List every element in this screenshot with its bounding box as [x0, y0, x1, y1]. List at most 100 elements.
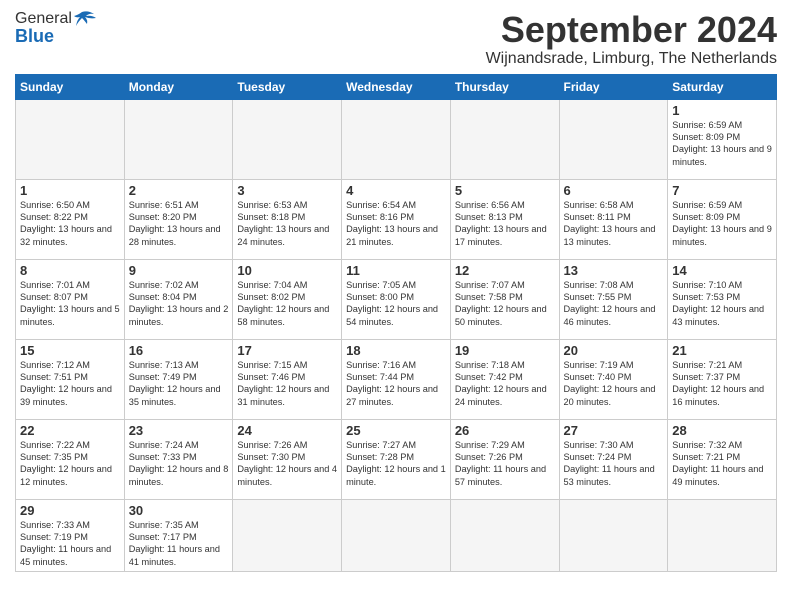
day-info: Sunrise: 7:13 AMSunset: 7:49 PMDaylight:…: [129, 359, 229, 409]
day-of-week-header: Thursday: [450, 74, 559, 99]
day-info: Sunrise: 7:30 AMSunset: 7:24 PMDaylight:…: [564, 439, 664, 489]
calendar-cell: 24Sunrise: 7:26 AMSunset: 7:30 PMDayligh…: [233, 419, 342, 499]
calendar-cell: 5Sunrise: 6:56 AMSunset: 8:13 PMDaylight…: [450, 179, 559, 259]
day-number: 6: [564, 183, 664, 198]
day-info: Sunrise: 6:56 AMSunset: 8:13 PMDaylight:…: [455, 199, 555, 249]
calendar-cell: 23Sunrise: 7:24 AMSunset: 7:33 PMDayligh…: [124, 419, 233, 499]
day-number: 2: [129, 183, 229, 198]
day-number: 28: [672, 423, 772, 438]
day-number: 9: [129, 263, 229, 278]
calendar-cell: [668, 499, 777, 572]
calendar-cell: 28Sunrise: 7:32 AMSunset: 7:21 PMDayligh…: [668, 419, 777, 499]
calendar-cell: 4Sunrise: 6:54 AMSunset: 8:16 PMDaylight…: [342, 179, 451, 259]
calendar-cell: [559, 99, 668, 179]
day-number: 5: [455, 183, 555, 198]
day-info: Sunrise: 7:12 AMSunset: 7:51 PMDaylight:…: [20, 359, 120, 409]
logo-bird-icon: [74, 10, 96, 28]
day-of-week-header: Tuesday: [233, 74, 342, 99]
day-number: 15: [20, 343, 120, 358]
calendar-cell: 10Sunrise: 7:04 AMSunset: 8:02 PMDayligh…: [233, 259, 342, 339]
calendar-cell: 6Sunrise: 6:58 AMSunset: 8:11 PMDaylight…: [559, 179, 668, 259]
calendar-week-row: 22Sunrise: 7:22 AMSunset: 7:35 PMDayligh…: [16, 419, 777, 499]
day-info: Sunrise: 7:21 AMSunset: 7:37 PMDaylight:…: [672, 359, 772, 409]
logo-blue-text: Blue: [15, 26, 54, 47]
day-info: Sunrise: 7:02 AMSunset: 8:04 PMDaylight:…: [129, 279, 229, 329]
day-number: 29: [20, 503, 120, 518]
day-info: Sunrise: 6:59 AMSunset: 8:09 PMDaylight:…: [672, 119, 772, 169]
day-number: 21: [672, 343, 772, 358]
calendar-week-row: 1Sunrise: 6:59 AMSunset: 8:09 PMDaylight…: [16, 99, 777, 179]
day-number: 13: [564, 263, 664, 278]
day-info: Sunrise: 7:29 AMSunset: 7:26 PMDaylight:…: [455, 439, 555, 489]
day-info: Sunrise: 6:50 AMSunset: 8:22 PMDaylight:…: [20, 199, 120, 249]
day-info: Sunrise: 6:53 AMSunset: 8:18 PMDaylight:…: [237, 199, 337, 249]
calendar-cell: 30Sunrise: 7:35 AMSunset: 7:17 PMDayligh…: [124, 499, 233, 572]
calendar-cell: [124, 99, 233, 179]
calendar-cell: 22Sunrise: 7:22 AMSunset: 7:35 PMDayligh…: [16, 419, 125, 499]
day-info: Sunrise: 7:22 AMSunset: 7:35 PMDaylight:…: [20, 439, 120, 489]
calendar-week-row: 29Sunrise: 7:33 AMSunset: 7:19 PMDayligh…: [16, 499, 777, 572]
day-number: 26: [455, 423, 555, 438]
calendar-cell: 25Sunrise: 7:27 AMSunset: 7:28 PMDayligh…: [342, 419, 451, 499]
day-number: 10: [237, 263, 337, 278]
day-number: 14: [672, 263, 772, 278]
calendar-cell: [342, 99, 451, 179]
day-info: Sunrise: 7:07 AMSunset: 7:58 PMDaylight:…: [455, 279, 555, 329]
day-number: 4: [346, 183, 446, 198]
day-of-week-header: Friday: [559, 74, 668, 99]
header-row: SundayMondayTuesdayWednesdayThursdayFrid…: [16, 74, 777, 99]
calendar-cell: 14Sunrise: 7:10 AMSunset: 7:53 PMDayligh…: [668, 259, 777, 339]
calendar-cell: 11Sunrise: 7:05 AMSunset: 8:00 PMDayligh…: [342, 259, 451, 339]
day-info: Sunrise: 7:26 AMSunset: 7:30 PMDaylight:…: [237, 439, 337, 489]
calendar-cell: 26Sunrise: 7:29 AMSunset: 7:26 PMDayligh…: [450, 419, 559, 499]
day-info: Sunrise: 7:24 AMSunset: 7:33 PMDaylight:…: [129, 439, 229, 489]
calendar-cell: 18Sunrise: 7:16 AMSunset: 7:44 PMDayligh…: [342, 339, 451, 419]
calendar-cell: 21Sunrise: 7:21 AMSunset: 7:37 PMDayligh…: [668, 339, 777, 419]
day-info: Sunrise: 7:04 AMSunset: 8:02 PMDaylight:…: [237, 279, 337, 329]
day-info: Sunrise: 6:54 AMSunset: 8:16 PMDaylight:…: [346, 199, 446, 249]
day-of-week-header: Saturday: [668, 74, 777, 99]
day-of-week-header: Sunday: [16, 74, 125, 99]
calendar-cell: 8Sunrise: 7:01 AMSunset: 8:07 PMDaylight…: [16, 259, 125, 339]
day-info: Sunrise: 7:27 AMSunset: 7:28 PMDaylight:…: [346, 439, 446, 489]
title-block: September 2024 Wijnandsrade, Limburg, Th…: [486, 10, 777, 68]
day-number: 1: [20, 183, 120, 198]
logo: General Blue: [15, 10, 96, 47]
day-number: 17: [237, 343, 337, 358]
calendar-week-row: 1Sunrise: 6:50 AMSunset: 8:22 PMDaylight…: [16, 179, 777, 259]
day-number: 12: [455, 263, 555, 278]
calendar-cell: 13Sunrise: 7:08 AMSunset: 7:55 PMDayligh…: [559, 259, 668, 339]
day-number: 30: [129, 503, 229, 518]
calendar-body: 1 Sunrise: 6:59 AMSunset: 8:09 PMDaylight…: [16, 99, 777, 572]
calendar-cell: 1Sunrise: 6:50 AMSunset: 8:22 PMDaylight…: [16, 179, 125, 259]
day-number: 22: [20, 423, 120, 438]
day-number: 19: [455, 343, 555, 358]
day-number: 18: [346, 343, 446, 358]
header: General Blue September 2024 Wijnandsrade…: [15, 10, 777, 68]
calendar-cell: [559, 499, 668, 572]
location-title: Wijnandsrade, Limburg, The Netherlands: [486, 50, 777, 68]
day-info: Sunrise: 7:18 AMSunset: 7:42 PMDaylight:…: [455, 359, 555, 409]
day-of-week-header: Wednesday: [342, 74, 451, 99]
day-info: Sunrise: 7:16 AMSunset: 7:44 PMDaylight:…: [346, 359, 446, 409]
day-info: Sunrise: 6:58 AMSunset: 8:11 PMDaylight:…: [564, 199, 664, 249]
calendar-cell: [450, 99, 559, 179]
calendar-cell: 29Sunrise: 7:33 AMSunset: 7:19 PMDayligh…: [16, 499, 125, 572]
calendar-cell: [342, 499, 451, 572]
calendar-cell: 19Sunrise: 7:18 AMSunset: 7:42 PMDayligh…: [450, 339, 559, 419]
day-info: Sunrise: 7:33 AMSunset: 7:19 PMDaylight:…: [20, 519, 120, 569]
calendar-cell: [233, 499, 342, 572]
calendar-week-row: 15Sunrise: 7:12 AMSunset: 7:51 PMDayligh…: [16, 339, 777, 419]
day-number: 8: [20, 263, 120, 278]
day-info: Sunrise: 7:01 AMSunset: 8:07 PMDaylight:…: [20, 279, 120, 329]
day-info: Sunrise: 7:15 AMSunset: 7:46 PMDaylight:…: [237, 359, 337, 409]
day-number: 11: [346, 263, 446, 278]
calendar-cell: 20Sunrise: 7:19 AMSunset: 7:40 PMDayligh…: [559, 339, 668, 419]
day-number: 20: [564, 343, 664, 358]
calendar-table: SundayMondayTuesdayWednesdayThursdayFrid…: [15, 74, 777, 573]
calendar-cell: 3Sunrise: 6:53 AMSunset: 8:18 PMDaylight…: [233, 179, 342, 259]
day-info: Sunrise: 7:35 AMSunset: 7:17 PMDaylight:…: [129, 519, 229, 569]
day-of-week-header: Monday: [124, 74, 233, 99]
calendar-week-row: 8Sunrise: 7:01 AMSunset: 8:07 PMDaylight…: [16, 259, 777, 339]
day-number: 7: [672, 183, 772, 198]
